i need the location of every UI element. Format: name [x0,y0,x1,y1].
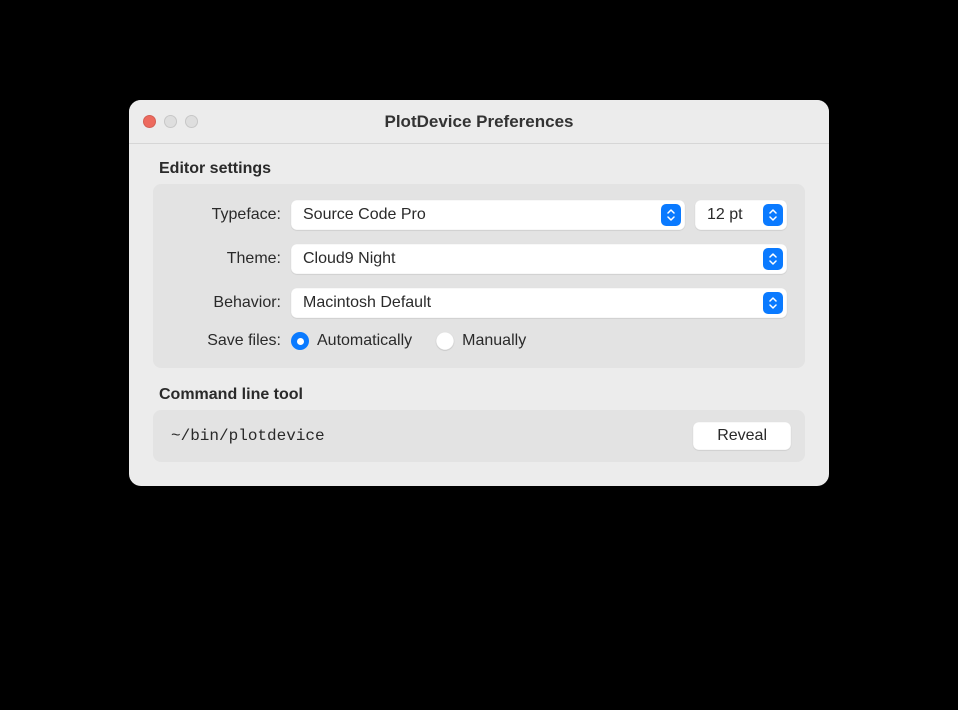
reveal-button[interactable]: Reveal [693,422,791,450]
font-size-popup[interactable]: 12 pt [695,200,787,230]
radio-icon [436,332,454,350]
save-files-row: Save files: Automatically Manually [171,332,787,350]
typeface-label: Typeface: [171,206,281,224]
chevron-up-down-icon [763,248,783,270]
font-size-value: 12 pt [707,206,763,224]
window-title: PlotDevice Preferences [129,112,829,132]
save-files-radio-group: Automatically Manually [291,332,526,350]
zoom-icon[interactable] [185,115,198,128]
titlebar: PlotDevice Preferences [129,100,829,144]
close-icon[interactable] [143,115,156,128]
behavior-value: Macintosh Default [303,294,763,312]
preferences-window: PlotDevice Preferences Editor settings T… [129,100,829,486]
typeface-popup[interactable]: Source Code Pro [291,200,685,230]
theme-popup[interactable]: Cloud9 Night [291,244,787,274]
cli-body: ~/bin/plotdevice Reveal [153,410,805,462]
save-manual-radio[interactable]: Manually [436,332,526,350]
theme-label: Theme: [171,250,281,268]
editor-settings-body: Typeface: Source Code Pro 12 pt [153,184,805,368]
cli-heading: Command line tool [159,386,805,404]
chevron-up-down-icon [763,292,783,314]
content: Editor settings Typeface: Source Code Pr… [129,144,829,486]
theme-row: Theme: Cloud9 Night [171,244,787,274]
save-auto-radio[interactable]: Automatically [291,332,412,350]
typeface-value: Source Code Pro [303,206,661,224]
minimize-icon[interactable] [164,115,177,128]
chevron-up-down-icon [763,204,783,226]
behavior-popup[interactable]: Macintosh Default [291,288,787,318]
behavior-label: Behavior: [171,294,281,312]
save-manual-label: Manually [462,332,526,350]
typeface-row: Typeface: Source Code Pro 12 pt [171,200,787,230]
editor-settings-heading: Editor settings [159,160,805,178]
behavior-row: Behavior: Macintosh Default [171,288,787,318]
cli-path: ~/bin/plotdevice [167,427,681,445]
reveal-button-label: Reveal [717,427,767,445]
save-files-label: Save files: [171,332,281,350]
chevron-up-down-icon [661,204,681,226]
theme-value: Cloud9 Night [303,250,763,268]
traffic-lights [129,115,198,128]
radio-icon [291,332,309,350]
save-auto-label: Automatically [317,332,412,350]
